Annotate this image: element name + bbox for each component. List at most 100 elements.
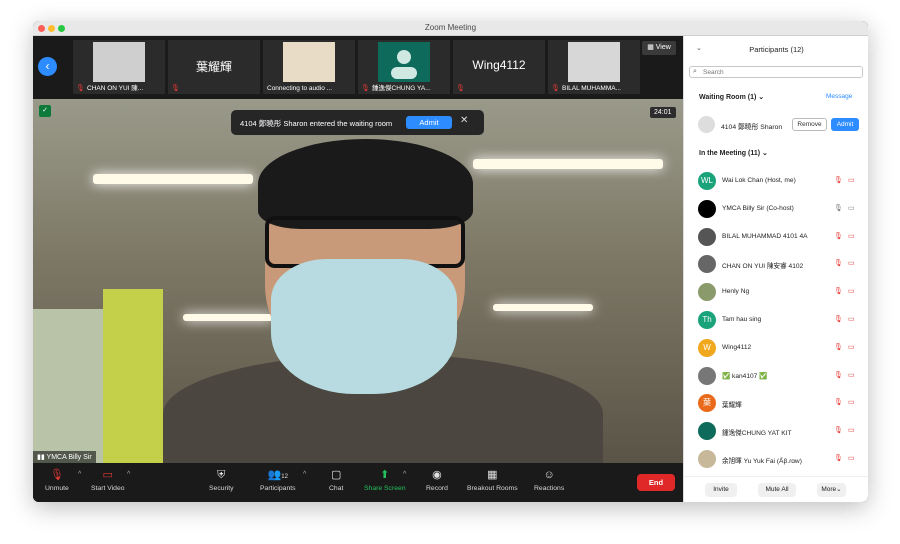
video-scene <box>183 314 273 321</box>
thumbnail-strip: ‹ 🎙 CHAN ON YUI 陳... 葉耀輝 🎙 Connecting to… <box>33 36 683 99</box>
video-scene <box>473 159 663 169</box>
end-meeting-button[interactable]: End <box>637 474 675 491</box>
participant-tile[interactable]: 🎙 鍾逸傑CHUNG YA... <box>358 40 450 94</box>
mic-off-icon: 🎙 <box>834 260 843 268</box>
video-scene <box>93 174 253 184</box>
participant-tile[interactable]: Wing4112 🎙 <box>453 40 545 94</box>
participants-button[interactable]: 👥12 Participants <box>260 468 296 492</box>
participant-name: 鍾逸傑CHUNG YAT KIT <box>722 430 792 438</box>
participant-photo <box>93 42 145 82</box>
mic-off-icon: 🎙 <box>834 177 843 184</box>
record-button[interactable]: ◉ Record <box>426 468 448 492</box>
view-button[interactable]: ▦ View <box>642 41 676 55</box>
participant-row[interactable]: Th Tam hau sing 🎙 ▭ <box>698 311 864 329</box>
participant-name: ✅ kan4107 ✅ <box>722 372 768 380</box>
mic-off-icon: 🎙 <box>456 85 465 92</box>
participant-name: CHAN ON YUI 陳安睿 4102 <box>722 263 804 271</box>
mic-off-icon: 🎙 <box>171 85 180 92</box>
speaker-name-tag: ▮▮ YMCA Billy Sir <box>33 451 96 463</box>
unmute-button[interactable]: 🎙 Unmute <box>45 468 69 492</box>
reactions-icon: ☺ <box>543 469 555 481</box>
panel-title: Participants (12) <box>749 45 804 54</box>
more-label: More <box>821 486 837 493</box>
participant-row[interactable]: ✅ kan4107 ✅ 🎙 ▭ <box>698 366 864 385</box>
participant-row[interactable]: 余旭暉 Yu Yuk Fai (Ấβ.ɾɑw) 🎙 ▭ <box>698 450 864 468</box>
admit-button[interactable]: Admit <box>831 118 859 131</box>
avatar <box>698 199 716 218</box>
mute-all-button[interactable]: Mute All <box>758 483 796 497</box>
in-meeting-title: In the Meeting (11) <box>699 150 761 157</box>
chevron-up-icon[interactable]: ^ <box>403 471 406 478</box>
participant-name: Henly Ng <box>722 288 750 296</box>
video-off-icon: ▭ <box>848 455 855 462</box>
participant-row[interactable]: WL Wai Lok Chan (Host, me) 🎙 ▭ <box>698 172 864 190</box>
participant-photo <box>283 42 335 82</box>
search-input[interactable] <box>703 68 853 77</box>
avatar: WL <box>698 172 716 190</box>
avatar <box>698 227 716 246</box>
window-title: Zoom Meeting <box>424 23 477 32</box>
share-screen-label: Share Screen <box>364 485 406 492</box>
participants-icon: 👥12 <box>267 469 288 481</box>
participant-row[interactable]: 葉葉耀輝 🎙 ▭ <box>698 394 864 413</box>
breakout-rooms-button[interactable]: ▦ Breakout Rooms <box>467 468 518 492</box>
remove-button[interactable]: Remove <box>792 118 827 131</box>
avatar: Th <box>698 311 716 329</box>
video-off-icon: ▭ <box>848 399 855 407</box>
reactions-button[interactable]: ☺ Reactions <box>534 468 564 492</box>
participant-name: Wing4112 <box>722 343 752 351</box>
chat-button[interactable]: ▢ Chat <box>329 468 343 492</box>
participant-row[interactable]: YMCA Billy Sir (Co-host) 🎙 ▭ <box>698 199 864 218</box>
message-link[interactable]: Message <box>826 93 852 100</box>
back-arrow-icon[interactable]: ‹ <box>38 57 57 76</box>
search-icon: ⌕ <box>693 68 697 75</box>
chevron-up-icon[interactable]: ^ <box>127 471 130 478</box>
encryption-shield-icon[interactable]: ✓ <box>39 105 51 117</box>
record-label: Record <box>426 485 448 492</box>
admit-button[interactable]: Admit <box>406 116 452 129</box>
participant-row[interactable]: W Wing4112 🎙 ▭ <box>698 338 864 357</box>
mic-off-icon: 🎙 <box>834 371 843 379</box>
search-box[interactable]: ⌕ <box>689 66 863 78</box>
participant-row[interactable]: Henly Ng 🎙 ▭ <box>698 283 864 302</box>
participant-tile[interactable]: 🎙 BILAL MUHAMMA... <box>548 40 640 94</box>
more-button[interactable]: More⌄ <box>817 483 846 497</box>
participant-tile[interactable]: Connecting to audio ... <box>263 40 355 94</box>
mic-off-icon: 🎙 <box>834 343 843 351</box>
invite-button[interactable]: Invite <box>705 483 737 497</box>
participant-tile[interactable]: 葉耀輝 🎙 <box>168 40 260 94</box>
mic-off-icon: 🎙 <box>834 399 843 407</box>
mic-off-icon: 🎙 <box>834 455 843 462</box>
participant-row[interactable]: CHAN ON YUI 陳安睿 4102 🎙 ▭ <box>698 255 864 274</box>
tile-name: 鍾逸傑CHUNG YA... <box>372 85 431 92</box>
participant-tile[interactable]: 🎙 CHAN ON YUI 陳... <box>73 40 165 94</box>
security-label: Security <box>209 485 234 492</box>
video-scene <box>271 259 457 394</box>
security-button[interactable]: ⛨ Security <box>209 468 234 492</box>
in-meeting-header[interactable]: In the Meeting (11) ⌄ <box>699 149 768 157</box>
waiting-room-header[interactable]: Waiting Room (1) ⌄ <box>699 93 764 101</box>
video-scene <box>493 304 593 311</box>
participant-row[interactable]: BILAL MUHAMMAD 4101 4A 🎙 ▭ <box>698 227 864 246</box>
notification-message: 4104 鄭曉彤 Sharon entered the waiting room <box>240 119 393 128</box>
participant-name: 葉耀輝 <box>722 402 742 410</box>
participant-row[interactable]: 鍾逸傑CHUNG YAT KIT 🎙 ▭ <box>698 422 864 441</box>
meeting-timer: 24:01 <box>650 107 676 118</box>
mic-off-icon: 🎙 <box>834 427 843 435</box>
chevron-down-icon: ⌄ <box>758 94 765 101</box>
chat-icon: ▢ <box>330 469 342 481</box>
video-scene <box>33 309 103 463</box>
chevron-up-icon[interactable]: ^ <box>303 471 306 478</box>
chevron-up-icon[interactable]: ^ <box>78 471 81 478</box>
panel-footer: Invite Mute All More⌄ <box>684 476 868 502</box>
share-screen-button[interactable]: ⬆ Share Screen <box>364 468 406 492</box>
tile-big-name: Wing4112 <box>472 58 526 72</box>
video-off-icon: ▭ <box>102 469 113 481</box>
close-icon[interactable]: ✕ <box>460 115 468 126</box>
video-off-icon: ▭ <box>848 232 855 240</box>
avatar <box>698 366 716 385</box>
start-video-button[interactable]: ▭ Start Video <box>91 468 125 492</box>
video-off-icon: ▭ <box>848 288 855 296</box>
waiting-room-notification: 4104 鄭曉彤 Sharon entered the waiting room… <box>231 110 484 135</box>
avatar <box>378 42 430 82</box>
